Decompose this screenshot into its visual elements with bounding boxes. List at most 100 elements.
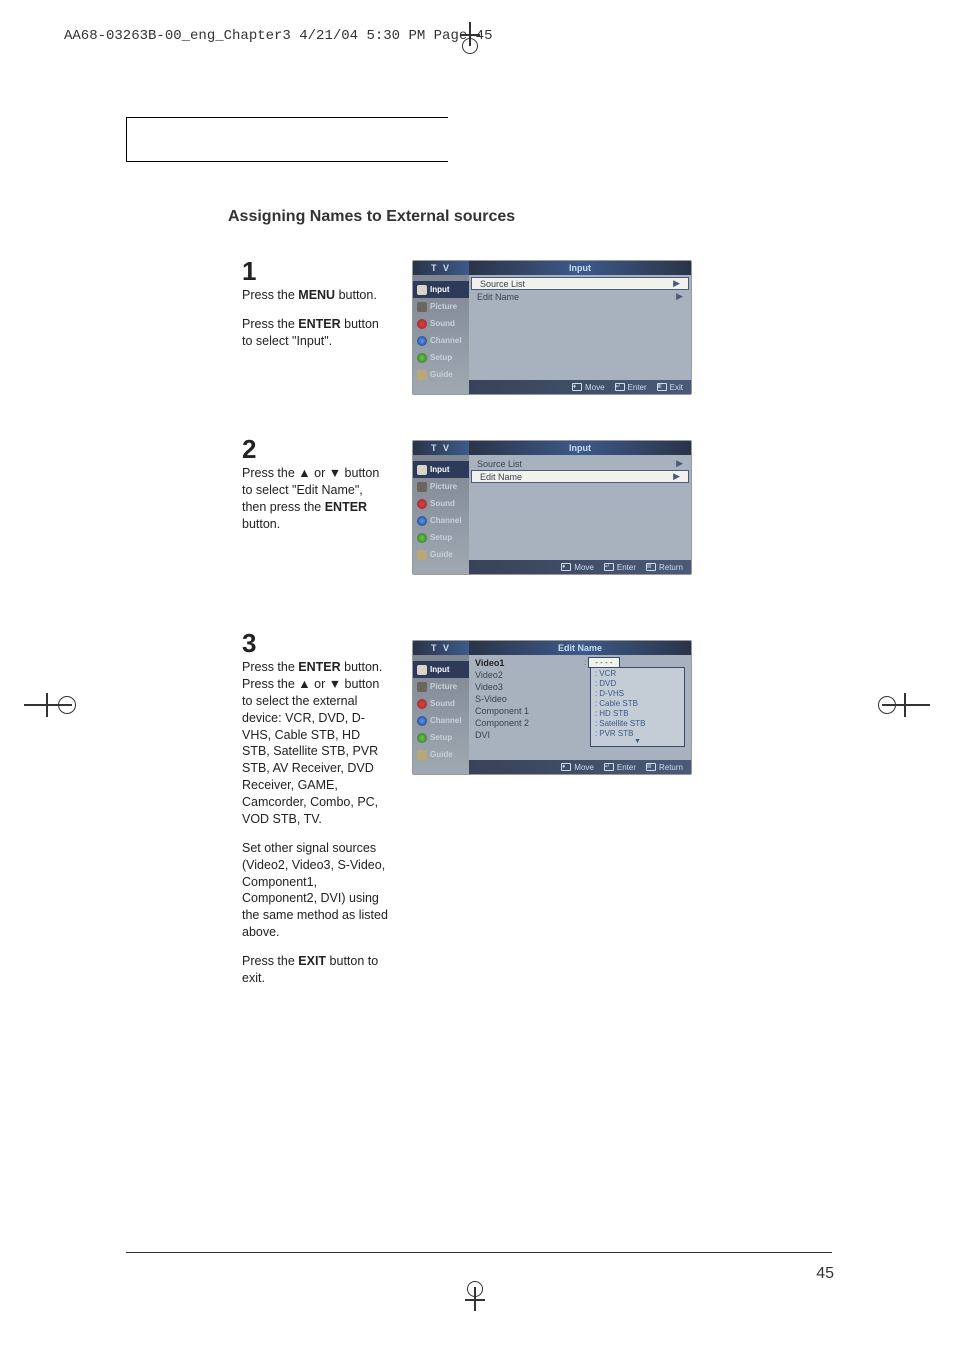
osd-row-source-list: Source List▶ <box>469 457 691 470</box>
setup-icon <box>417 533 427 543</box>
footer-return: ⅢReturn <box>646 763 683 772</box>
source-video1: Video1 <box>469 657 580 669</box>
picture-icon <box>417 482 427 492</box>
input-icon <box>417 665 427 675</box>
section-title: Assigning Names to External sources <box>228 208 515 226</box>
osd-main: Video1 Video2 Video3 S-Video Component 1… <box>469 655 691 760</box>
name-dropdown: :VCR :DVD :D-VHS :Cable STB :HD STB :Sat… <box>590 667 685 747</box>
sidebar-item-input: Input <box>413 461 469 478</box>
dd-hd-stb: :HD STB <box>591 709 684 719</box>
footer-move: ♦Move <box>572 383 605 392</box>
print-header: AA68-03263B-00_eng_Chapter3 4/21/04 5:30… <box>64 28 492 44</box>
osd-screenshot-2: T V Input Picture Sound Channel Setup Gu… <box>412 440 692 575</box>
footer-exit: ⅢExit <box>657 383 683 392</box>
source-component1: Component 1 <box>469 705 580 717</box>
channel-icon <box>417 716 427 726</box>
exit-icon: Ⅲ <box>657 383 667 391</box>
step-3-text: Press the ENTER button. Press the ▲ or ▼… <box>242 659 390 987</box>
osd-sidebar: Input Picture Sound Channel Setup Guide <box>413 641 469 774</box>
step-3-number: 3 <box>242 628 390 659</box>
dd-dvd: :DVD <box>591 679 684 689</box>
sidebar-item-channel: Channel <box>413 332 469 349</box>
sidebar-item-channel: Channel <box>413 712 469 729</box>
chevron-right-icon: ▶ <box>676 291 683 302</box>
footer-move: ♦Move <box>561 763 594 772</box>
sidebar-item-picture: Picture <box>413 298 469 315</box>
osd-panel-title: Edit Name <box>469 641 691 655</box>
osd-panel-title: Input <box>469 441 691 455</box>
crop-circle-icon <box>462 38 478 54</box>
picture-icon <box>417 302 427 312</box>
enter-icon: ↵ <box>615 383 625 391</box>
osd-screenshot-1: T V Input Picture Sound Channel Setup Gu… <box>412 260 692 395</box>
move-icon: ♦ <box>561 763 571 771</box>
move-icon: ♦ <box>572 383 582 391</box>
crop-circle-right-icon <box>878 696 896 714</box>
osd-tv-label: T V <box>413 261 469 275</box>
step-2-text: Press the ▲ or ▼ button to select "Edit … <box>242 465 390 533</box>
guide-icon <box>417 550 427 560</box>
step-1: 1 Press the MENU button. Press the ENTER… <box>242 256 390 362</box>
page-number: 45 <box>816 1265 834 1283</box>
source-video2: Video2 <box>469 669 580 681</box>
sidebar-item-picture: Picture <box>413 478 469 495</box>
osd-panel-title: Input <box>469 261 691 275</box>
setup-icon <box>417 733 427 743</box>
sidebar-item-guide: Guide <box>413 746 469 763</box>
osd-tv-label: T V <box>413 441 469 455</box>
sidebar-item-channel: Channel <box>413 512 469 529</box>
osd-tv-label: T V <box>413 641 469 655</box>
step-1-text: Press the MENU button. Press the ENTER b… <box>242 287 390 350</box>
crop-circle-bottom-icon <box>467 1281 483 1297</box>
setup-icon <box>417 353 427 363</box>
sidebar-item-setup: Setup <box>413 529 469 546</box>
chevron-right-icon: ▶ <box>676 458 683 469</box>
footer-enter: ↵Enter <box>615 383 647 392</box>
sidebar-item-setup: Setup <box>413 729 469 746</box>
sound-icon <box>417 699 427 709</box>
osd-sidebar: Input Picture Sound Channel Setup Guide <box>413 261 469 394</box>
channel-icon <box>417 336 427 346</box>
chevron-right-icon: ▶ <box>673 471 680 482</box>
return-icon: Ⅲ <box>646 763 656 771</box>
chevron-down-icon: ▼ <box>591 739 684 745</box>
input-icon <box>417 465 427 475</box>
sound-icon <box>417 499 427 509</box>
dd-dvhs: :D-VHS <box>591 689 684 699</box>
guide-icon <box>417 370 427 380</box>
osd-footer: ♦Move ↵Enter ⅢExit <box>469 380 691 394</box>
input-icon <box>417 285 427 295</box>
source-dvi: DVI <box>469 729 580 741</box>
step-3: 3 Press the ENTER button. Press the ▲ or… <box>242 628 390 999</box>
osd-sidebar: Input Picture Sound Channel Setup Guide <box>413 441 469 574</box>
footer-return: ⅢReturn <box>646 563 683 572</box>
crop-circle-left-icon <box>58 696 76 714</box>
footer-enter: ↵Enter <box>604 563 636 572</box>
return-icon: Ⅲ <box>646 563 656 571</box>
footer-move: ♦Move <box>561 563 594 572</box>
sidebar-item-sound: Sound <box>413 695 469 712</box>
osd-row-edit-name: Edit Name▶ <box>471 470 689 483</box>
sidebar-item-sound: Sound <box>413 315 469 332</box>
osd-footer: ♦Move ↵Enter ⅢReturn <box>469 560 691 574</box>
sidebar-item-input: Input <box>413 281 469 298</box>
sidebar-item-guide: Guide <box>413 546 469 563</box>
footer-enter: ↵Enter <box>604 763 636 772</box>
osd-main: Source List▶ Edit Name▶ <box>469 455 691 560</box>
osd-screenshot-3: T V Input Picture Sound Channel Setup Gu… <box>412 640 692 775</box>
source-video3: Video3 <box>469 681 580 693</box>
guide-icon <box>417 750 427 760</box>
picture-icon <box>417 682 427 692</box>
step-2-number: 2 <box>242 434 390 465</box>
source-component2: Component 2 <box>469 717 580 729</box>
osd-main: Source List▶ Edit Name▶ <box>469 275 691 380</box>
dd-vcr: :VCR <box>591 669 684 679</box>
enter-icon: ↵ <box>604 563 614 571</box>
bottom-rule <box>126 1252 832 1253</box>
dd-cable-stb: :Cable STB <box>591 699 684 709</box>
chevron-right-icon: ▶ <box>673 278 680 289</box>
sidebar-item-sound: Sound <box>413 495 469 512</box>
step-1-number: 1 <box>242 256 390 287</box>
source-svideo: S-Video <box>469 693 580 705</box>
move-icon: ♦ <box>561 563 571 571</box>
